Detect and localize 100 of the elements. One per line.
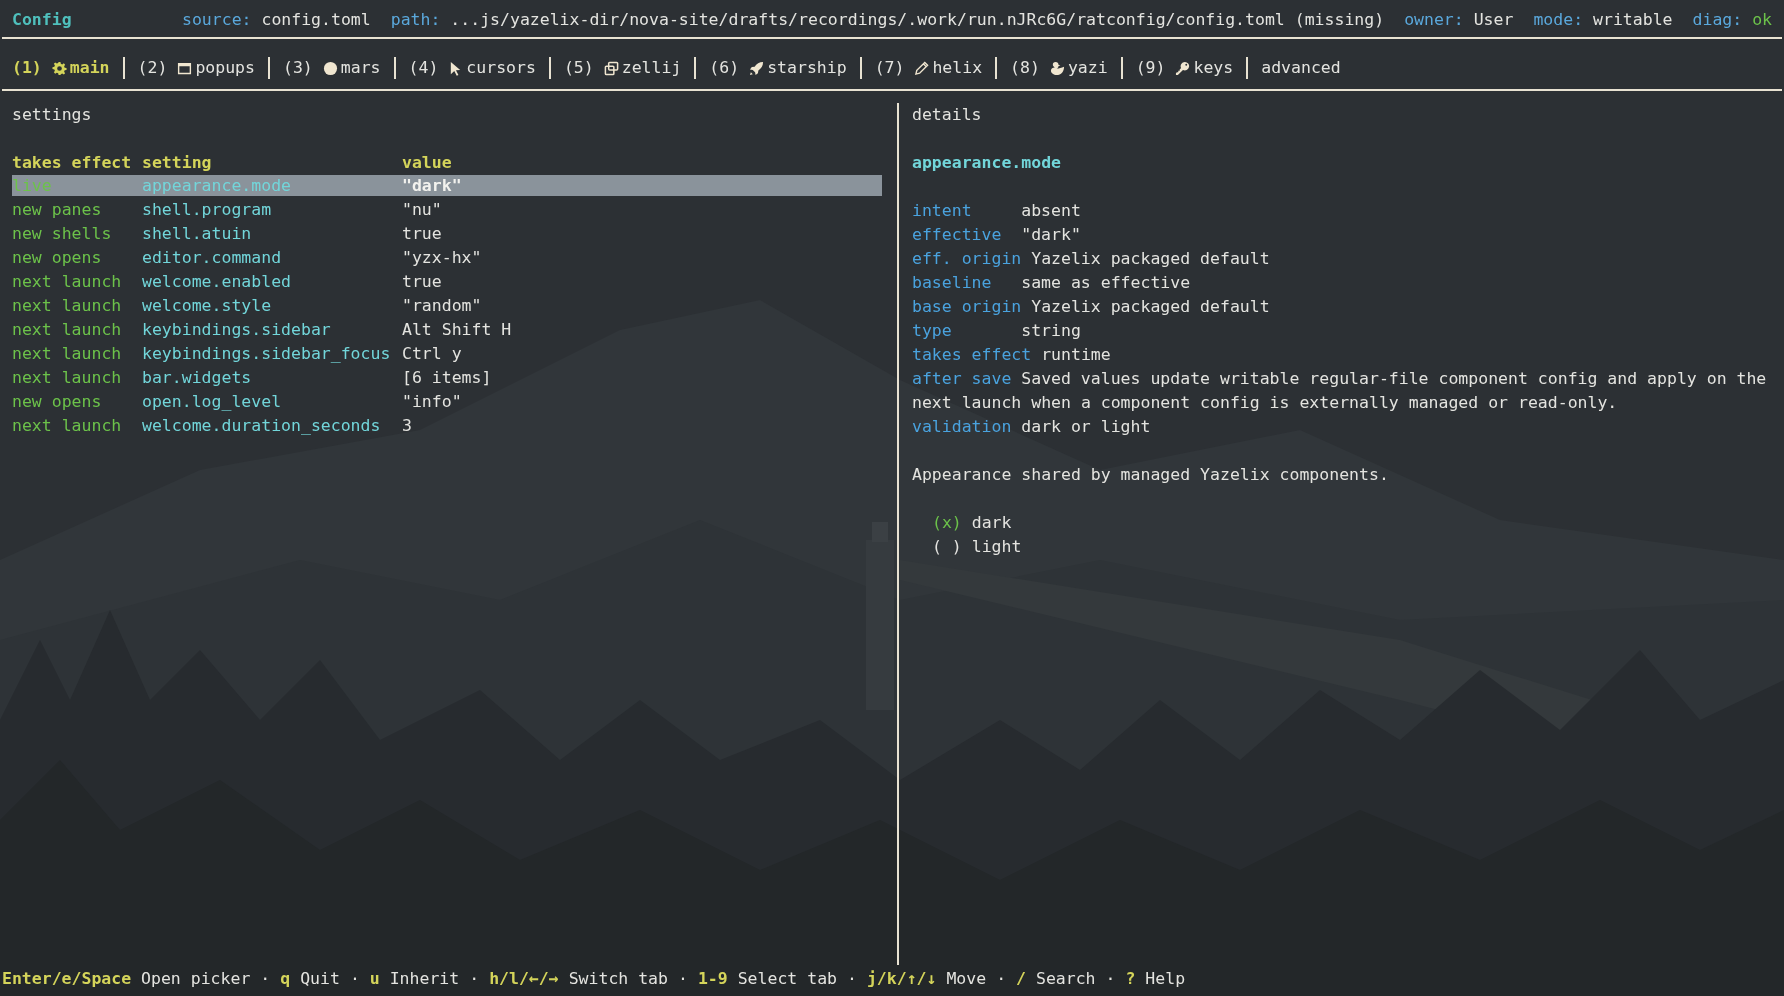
table-cell-text: next launch xyxy=(12,319,123,340)
field-value: ok xyxy=(1752,10,1772,29)
table-cell: [6 items] xyxy=(402,367,492,388)
table-cell-text: live xyxy=(12,175,53,196)
tab[interactable]: advanced xyxy=(1248,57,1354,79)
radio-marker[interactable]: (x) xyxy=(932,511,962,535)
table-cell: Alt Shift H xyxy=(402,319,512,340)
option-label[interactable]: dark xyxy=(971,511,1012,535)
detail-field: after save Saved values update writable regular-file component config and apply on the next launch when a component config is externally managed or read-only. xyxy=(912,367,1784,415)
table-cell-text: next launch xyxy=(12,367,123,388)
shortcut-action: Switch tab xyxy=(568,968,668,990)
table-cell: "info" xyxy=(402,391,462,412)
table-cell-text: bar.widgets xyxy=(142,367,253,388)
table-cell-text: shell.program xyxy=(142,199,273,220)
table-cell-text: welcome.style xyxy=(142,295,273,316)
table-row[interactable]: new opens open.log_level "info" xyxy=(12,391,882,412)
table-row[interactable]: next launch welcome.duration_seconds 3 xyxy=(12,415,882,436)
rocket-icon xyxy=(749,60,765,76)
table-cell: "random" xyxy=(402,295,482,316)
field-label: diag: xyxy=(1692,10,1743,29)
window-icon xyxy=(177,60,193,76)
tab[interactable]: (4) cursors xyxy=(395,57,551,79)
column-header: setting xyxy=(142,152,213,174)
duck-icon xyxy=(1049,60,1065,76)
table-row[interactable]: new opens editor.command "yzx-hx" xyxy=(12,247,882,268)
shortcut-action: Open picker xyxy=(141,968,251,990)
table-row[interactable]: next launch bar.widgets [6 items] xyxy=(12,367,882,388)
detail-field: base origin Yazelix packaged default xyxy=(912,295,1784,319)
table-cell-text: new shells xyxy=(12,223,113,244)
table-row[interactable]: new shells shell.atuin true xyxy=(12,223,882,244)
detail-field: intent absent xyxy=(912,199,1784,223)
detail-field: baseline same as effective xyxy=(912,271,1784,295)
panel-title: details xyxy=(912,104,982,126)
detail-field: validation dark or light xyxy=(912,415,1784,439)
table-cell-text: next launch xyxy=(12,415,123,436)
separator-dot: · xyxy=(1105,968,1116,990)
column-header: takes effect xyxy=(12,152,133,174)
table-row[interactable]: next launch keybindings.sidebar_focus Ctrl y xyxy=(12,343,882,364)
table-cell-text: shell.atuin xyxy=(142,223,253,244)
separator-dot: · xyxy=(847,968,857,990)
app-title: Config xyxy=(12,9,72,31)
detail-field: effective "dark" xyxy=(912,223,1784,247)
tab[interactable]: (2) popups xyxy=(124,57,270,79)
separator-dot: · xyxy=(260,968,271,990)
tab[interactable]: (6) starship xyxy=(696,57,862,79)
table-cell-text: appearance.mode xyxy=(142,175,292,196)
separator-dot: · xyxy=(996,968,1007,990)
field-label: source: xyxy=(181,10,252,29)
tab[interactable]: (8) yazi xyxy=(997,57,1123,79)
detail-field: type string xyxy=(912,319,1784,343)
shortcut-key: h/l/←/→ xyxy=(489,967,559,991)
field-value: ...js/yazelix-dir/nova-site/drafts/recordings/.work/run.nJRc6G/ratconfig/config.toml (missing) xyxy=(450,10,1385,29)
tab[interactable]: (9) keys xyxy=(1122,57,1249,79)
description: Appearance shared by managed Yazelix components. xyxy=(912,464,1389,486)
detail-field: takes effect runtime xyxy=(912,343,1784,367)
shortcut-action: Inherit xyxy=(389,968,460,990)
tab[interactable]: (3) mars xyxy=(270,57,396,79)
shortcut-key: ? xyxy=(1125,967,1136,991)
field-label: owner: xyxy=(1404,10,1464,29)
table-cell-text: next launch xyxy=(12,271,123,292)
tab[interactable]: (1) main xyxy=(12,57,125,79)
tab[interactable]: (7) helix xyxy=(861,57,998,79)
option-label[interactable]: light xyxy=(971,535,1022,559)
radio-marker[interactable]: ( ) xyxy=(932,535,962,559)
shortcut-action: Move xyxy=(946,968,987,990)
shortcut-action: Search xyxy=(1035,968,1096,990)
table-row[interactable]: next launch keybindings.sidebar Alt Shift H xyxy=(12,319,882,340)
table-cell-text: keybindings.sidebar_focus xyxy=(142,343,392,364)
table-cell: "yzx-hx" xyxy=(402,247,482,268)
panel-title: settings xyxy=(12,104,92,126)
table-row[interactable]: next launch welcome.enabled true xyxy=(12,271,882,292)
table-row[interactable]: next launch welcome.style "random" xyxy=(12,295,882,316)
table-cell-text: new opens xyxy=(12,247,103,268)
tab[interactable]: (5) zellij xyxy=(550,57,697,79)
table-cell-text: welcome.duration_seconds xyxy=(142,415,382,436)
table-cell-text: keybindings.sidebar xyxy=(142,319,332,340)
table-cell: "dark" xyxy=(402,175,462,196)
shortcut-action: Select tab xyxy=(737,968,837,990)
field-label: mode: xyxy=(1533,10,1584,29)
table-cell-text: new opens xyxy=(12,391,103,412)
field-value: User xyxy=(1473,10,1514,29)
field-value: writable xyxy=(1593,10,1673,29)
table-row[interactable]: new panes shell.program "nu" xyxy=(12,199,882,220)
pencil-icon xyxy=(914,60,930,76)
separator-dot: · xyxy=(469,968,480,990)
table-cell: 3 xyxy=(402,415,412,436)
shortcut-key: Enter/e/Space xyxy=(2,967,132,991)
detail-field: eff. origin Yazelix packaged default xyxy=(912,247,1784,271)
field-label: path: xyxy=(390,10,441,29)
table-cell-text: next launch xyxy=(12,295,123,316)
setting-name: appearance.mode xyxy=(912,152,1061,174)
table-cell: true xyxy=(402,271,442,292)
gear-icon xyxy=(51,60,67,76)
field-value: config.toml xyxy=(261,10,371,29)
table-cell: Ctrl y xyxy=(402,343,462,364)
shortcut-key: q xyxy=(280,967,291,991)
separator-dot: · xyxy=(678,968,688,990)
column-header: value xyxy=(402,152,452,174)
circle-icon xyxy=(322,60,338,76)
shortcut-action: Help xyxy=(1145,968,1186,990)
